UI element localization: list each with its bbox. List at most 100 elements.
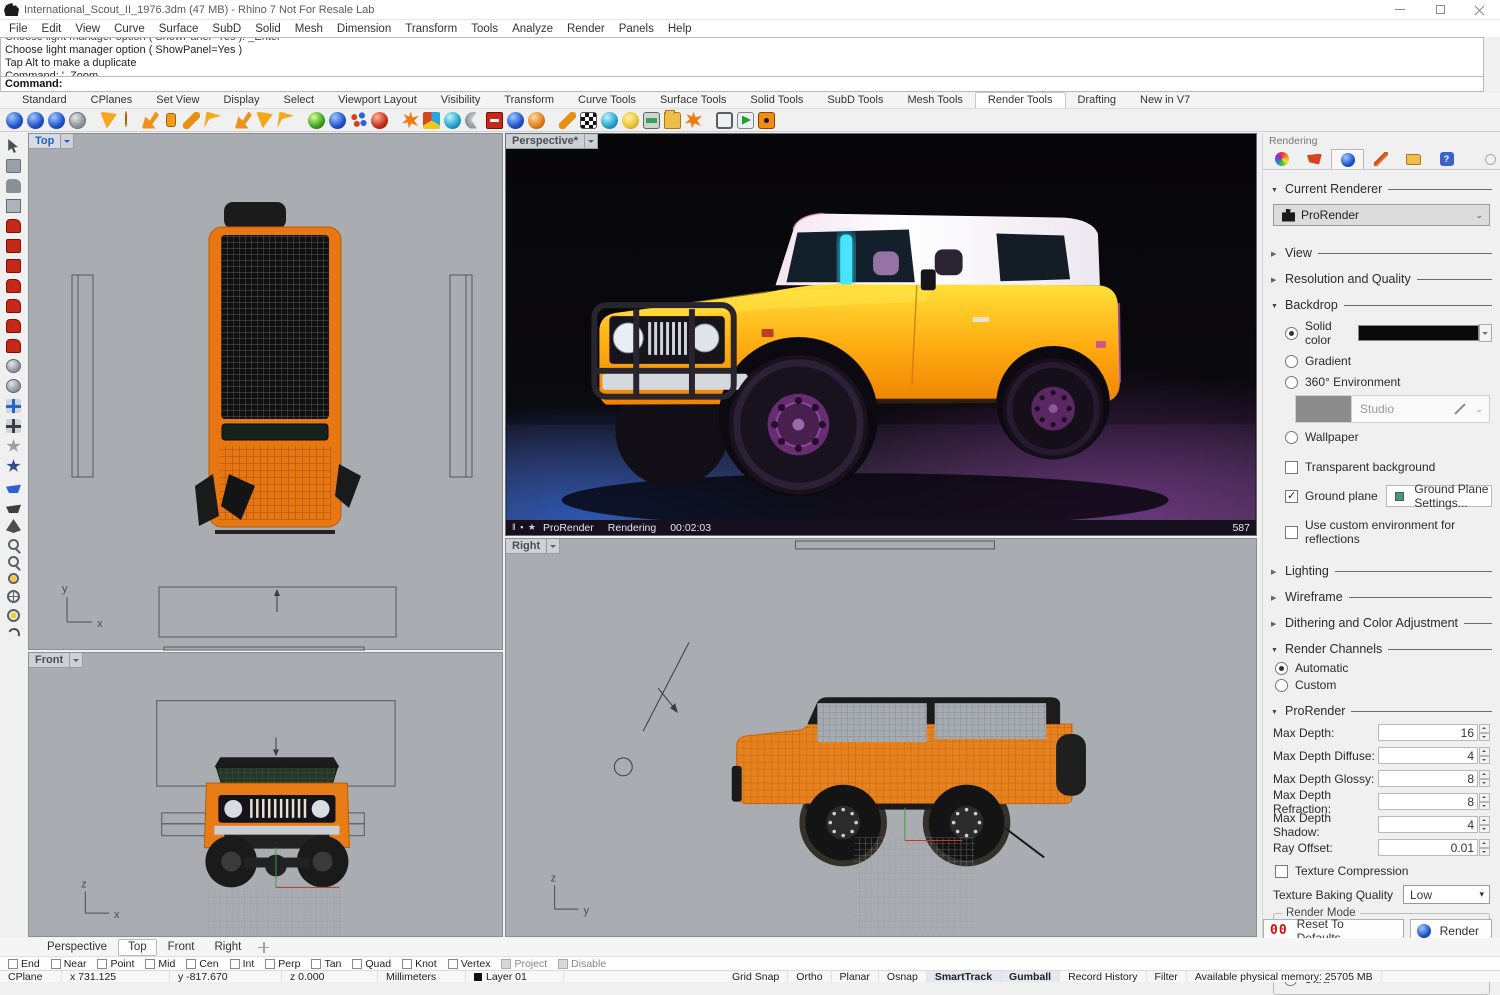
environment-icon[interactable] [308,112,325,129]
spotlight-icon[interactable] [100,112,117,129]
select-cursor-icon[interactable] [6,139,21,153]
viewport-tab-top[interactable]: Top [118,939,157,956]
section-wireframe[interactable]: Wireframe [1263,590,1500,604]
texture-baking-quality-dropdown[interactable]: Low ▾ [1403,885,1490,904]
custom-environment-option[interactable]: Use custom environment for reflections [1285,518,1492,546]
render-button-icon[interactable] [6,112,23,129]
osnap-quad[interactable]: Quad [352,958,391,970]
checkbox-icon[interactable] [501,959,511,969]
ground-plane-option[interactable]: Ground plane Ground Plane Settings... [1285,485,1492,507]
viewport-front-label[interactable]: Front [29,653,83,668]
toolbar-tab-subd-tools[interactable]: SubD Tools [815,93,895,108]
car-side2-red-icon[interactable] [6,299,21,313]
toolbar-tab-display[interactable]: Display [211,93,271,108]
checkbox-icon[interactable] [352,959,362,969]
section-lighting[interactable]: Lighting [1263,564,1500,578]
menu-view[interactable]: View [68,23,107,35]
max-depth-diffuse-input[interactable]: 4 [1378,747,1478,764]
maximize-button[interactable] [1420,0,1460,19]
checkbox-checked-icon[interactable] [1285,490,1298,503]
radio-icon[interactable] [1285,431,1298,444]
max-depth-glossy-input[interactable]: 8 [1378,770,1478,787]
world-icon[interactable] [507,112,524,129]
current-renderer-dropdown[interactable]: ProRender ⌄ [1273,204,1490,226]
star-blue-icon[interactable] [6,459,21,473]
viewport-tab-perspective[interactable]: Perspective [38,940,116,955]
gumball-blue-icon[interactable] [6,399,21,413]
radio-icon[interactable] [1275,679,1288,692]
channels-automatic-option[interactable]: Automatic [1275,661,1492,675]
osnap-disable[interactable]: Disable [558,958,606,970]
play-animation-icon[interactable] [737,112,754,129]
command-prompt-input[interactable]: Command: [0,76,1484,92]
spinner-arrows[interactable] [1479,747,1490,764]
target-icon[interactable] [7,590,20,603]
panel-options-icon[interactable] [1485,154,1496,165]
viewport-top[interactable]: Top y x [28,133,503,650]
backdrop-color-swatch[interactable] [1358,325,1479,341]
toolbar-tab-curve-tools[interactable]: Curve Tools [566,93,648,108]
environment-option[interactable]: 360° Environment [1285,375,1492,389]
wallpaper-option[interactable]: Wallpaper [1285,430,1492,444]
checkbox-icon[interactable] [51,959,61,969]
viewport-menu-arrow-icon[interactable] [585,134,598,149]
ortho-toggle[interactable]: Ortho [788,971,831,982]
checkbox-icon[interactable] [311,959,321,969]
osnap-near[interactable]: Near [51,958,87,970]
environment-picker[interactable]: Studio ⌄ [1295,395,1490,423]
close-button[interactable] [1460,0,1500,19]
toolbar-tab-new-in-v7[interactable]: New in V7 [1128,93,1202,108]
menu-dimension[interactable]: Dimension [330,23,398,35]
rectangular-light-icon[interactable] [166,113,176,127]
menu-surface[interactable]: Surface [152,23,206,35]
radio-icon[interactable] [1285,376,1298,389]
minimize-button[interactable] [1380,0,1420,19]
viewport-right[interactable]: Right z y [505,538,1257,937]
environment-thumbnail[interactable] [1296,396,1352,422]
checkbox-icon[interactable] [8,959,18,969]
checkbox-icon[interactable] [186,959,196,969]
car-front-red-icon[interactable] [6,239,21,253]
osnap-tan[interactable]: Tan [311,958,341,970]
radio-icon[interactable] [1285,355,1298,368]
osnap-end[interactable]: End [8,958,40,970]
toolbar-tab-surface-tools[interactable]: Surface Tools [648,93,738,108]
cplane-indicator[interactable]: CPlane [0,971,62,982]
render-window-icon[interactable] [48,112,65,129]
radio-selected-icon[interactable] [1285,327,1298,340]
ground-plane-settings-button[interactable]: Ground Plane Settings... [1386,485,1492,507]
max-depth-refraction-input[interactable]: 8 [1378,793,1478,810]
scatter-points-icon[interactable] [350,112,367,129]
magnifier-selected-icon[interactable] [8,573,19,584]
menu-help[interactable]: Help [661,23,699,35]
osnap-perp[interactable]: Perp [265,958,300,970]
record-animation-icon[interactable] [758,112,775,129]
directional-light-icon[interactable] [142,112,159,129]
command-history[interactable]: Choose light manager option ( ShowPanel=… [0,37,1484,76]
osnap-toggle[interactable]: Osnap [879,971,927,982]
cone-icon[interactable] [6,519,21,533]
osnap-point[interactable]: Point [97,958,134,970]
menu-render[interactable]: Render [560,23,612,35]
light-arrow-icon[interactable] [235,112,252,129]
point-light-icon[interactable] [125,111,127,127]
viewport-tab-front[interactable]: Front [159,940,204,955]
light-marker-icon[interactable] [256,112,273,129]
viewport-tab-right[interactable]: Right [205,940,250,955]
panel-tab-properties[interactable] [1364,149,1397,169]
texture-sphere-icon[interactable] [329,112,346,129]
material-sphere-icon[interactable] [371,112,388,129]
zoom-sphere-icon[interactable] [6,359,21,373]
render-settings-icon[interactable] [69,112,86,129]
toolbar-tab-mesh-tools[interactable]: Mesh Tools [895,93,974,108]
menu-tools[interactable]: Tools [464,23,505,35]
magnifier-icon[interactable] [8,539,19,550]
menu-solid[interactable]: Solid [248,23,288,35]
units-indicator[interactable]: Millimeters [378,971,466,982]
new-viewport-tab-icon[interactable] [258,942,269,953]
magnifier-region-icon[interactable] [8,556,19,567]
checkbox-icon[interactable] [1285,526,1298,539]
light-pointer-icon[interactable] [277,112,294,129]
checkbox-icon[interactable] [402,959,412,969]
viewport-perspective[interactable]: Perspective* [505,133,1257,536]
